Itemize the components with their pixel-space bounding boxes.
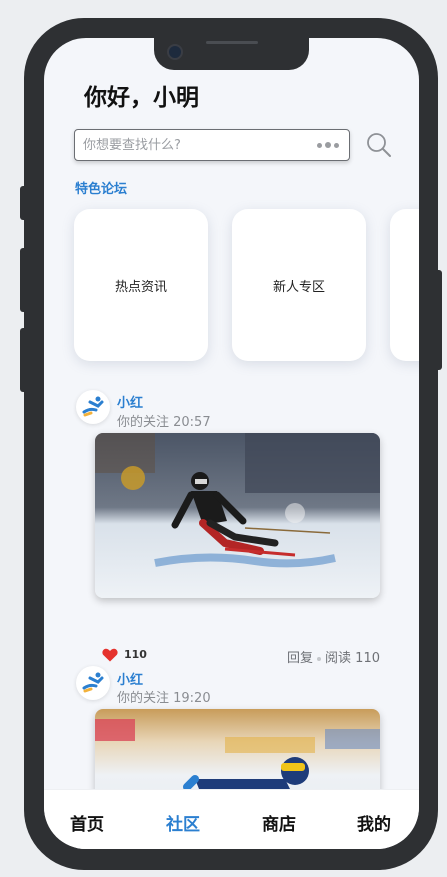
greeting-title: 你好，小明 (84, 85, 199, 111)
post-reply-read: 回复 阅读 110 (287, 647, 380, 666)
post-author-name[interactable]: 小红 (117, 392, 143, 411)
search-box[interactable] (74, 129, 350, 161)
skier-logo-icon (82, 672, 104, 693)
phone-notch (154, 38, 309, 70)
forum-card-newcomer[interactable]: 新人专区 (232, 209, 366, 361)
tab-store[interactable]: 商店 (262, 810, 296, 835)
separator-dot (317, 656, 322, 661)
more-dots-icon[interactable] (317, 142, 339, 148)
tab-profile[interactable]: 我的 (357, 810, 391, 835)
heart-icon[interactable] (102, 648, 118, 662)
reply-link[interactable]: 回复 (287, 651, 313, 666)
like-count: 110 (124, 648, 147, 661)
ski-photo-image (95, 433, 380, 598)
read-count: 阅读 110 (325, 651, 380, 666)
post-photo[interactable] (95, 433, 380, 598)
author-avatar[interactable] (76, 390, 110, 424)
post-meta: 你的关注 20:57 (117, 415, 211, 430)
tab-community[interactable]: 社区 (166, 810, 200, 835)
author-avatar[interactable] (76, 666, 110, 700)
skier-logo-icon (82, 396, 104, 417)
search-input[interactable] (83, 130, 303, 160)
front-camera (167, 44, 183, 60)
post-meta: 你的关注 19:20 (117, 691, 211, 706)
featured-forum-label: 特色论坛 (75, 182, 128, 197)
forum-card-partial[interactable] (390, 209, 419, 361)
tab-home[interactable]: 首页 (70, 810, 104, 835)
earpiece-speaker (206, 41, 258, 44)
forum-card-label: 热点资讯 (114, 279, 167, 295)
forum-card-hot-news[interactable]: 热点资讯 (74, 209, 208, 361)
forum-card-label: 新人专区 (272, 279, 325, 295)
phone-screen: 你好，小明 特色论坛 热点资讯 新人专区 小红 (44, 38, 419, 849)
search-icon[interactable] (365, 131, 393, 159)
forum-card-row: 热点资讯 新人专区 (74, 209, 419, 361)
post-author-name[interactable]: 小红 (117, 669, 143, 688)
bottom-tab-bar: 首页 社区 商店 我的 (44, 789, 419, 849)
